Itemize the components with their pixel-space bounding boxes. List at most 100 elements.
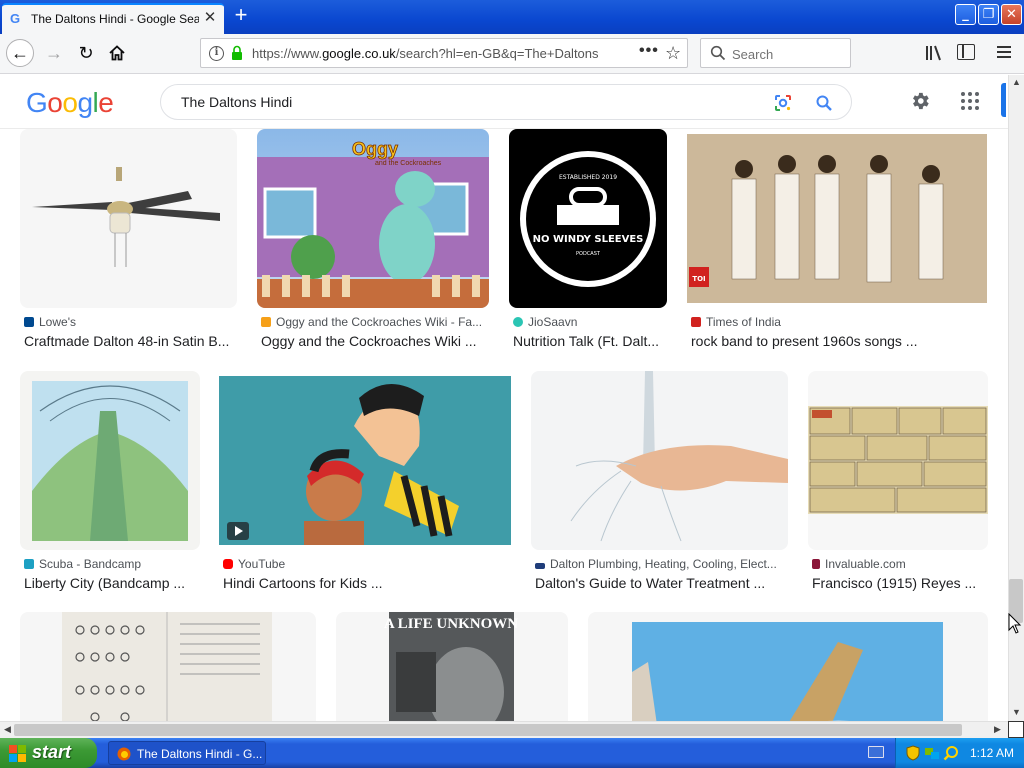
result-source[interactable]: YouTube xyxy=(223,557,285,571)
result-title[interactable]: Oggy and the Cockroaches Wiki ... xyxy=(261,333,487,349)
horizontal-scroll-thumb[interactable] xyxy=(14,724,962,736)
result-source[interactable]: Lowe's xyxy=(24,315,76,329)
ceiling-fan-thumbnail[interactable] xyxy=(20,129,237,308)
result-title[interactable]: Dalton's Guide to Water Treatment ... xyxy=(535,575,787,591)
result-source[interactable]: Times of India xyxy=(691,315,781,329)
result-title[interactable]: Hindi Cartoons for Kids ... xyxy=(223,575,509,591)
image-result-card[interactable]: A LIFE UNKNOWN xyxy=(336,612,568,722)
restore-window-button[interactable]: ❐ xyxy=(978,4,999,25)
windows-flag-icon xyxy=(9,745,26,762)
image-result-card[interactable]: Scuba - Bandcamp Liberty City (Bandcamp … xyxy=(20,371,200,596)
youtube-favicon-icon xyxy=(223,559,233,569)
source-favicon-icon xyxy=(812,559,820,569)
sky-building-thumbnail[interactable] xyxy=(588,612,988,722)
water-hand-thumbnail[interactable] xyxy=(531,371,788,550)
printed-page-thumbnail[interactable] xyxy=(20,612,316,722)
podcast-logo-thumbnail[interactable]: ESTABLISHED 2019 NO WINDY SLEEVES PODCAS… xyxy=(509,129,667,308)
oggy-thumbnail[interactable]: Oggy and the Cockroaches xyxy=(257,129,489,308)
image-result-card[interactable]: TOI Times of India rock band to present … xyxy=(687,129,987,354)
result-source[interactable]: Dalton Plumbing, Heating, Cooling, Elect… xyxy=(535,557,787,571)
result-title[interactable]: Liberty City (Bandcamp ... xyxy=(24,575,200,591)
page-actions-icon[interactable]: ••• xyxy=(639,42,659,60)
browser-search-box[interactable]: Search xyxy=(700,38,851,68)
google-apps-grid-icon[interactable] xyxy=(961,92,979,110)
tab-close-icon[interactable]: ✕ xyxy=(201,9,219,27)
poster-title-text: A LIFE UNKNOWN xyxy=(384,616,518,632)
movie-poster-thumbnail[interactable]: A LIFE UNKNOWN xyxy=(336,612,568,722)
scroll-down-arrow-icon[interactable]: ▼ xyxy=(1009,705,1024,720)
rock-band-photo-thumbnail[interactable]: TOI xyxy=(687,134,987,303)
security-shield-icon[interactable] xyxy=(906,745,920,761)
network-icon[interactable] xyxy=(924,745,940,761)
result-source[interactable]: Oggy and the Cockroaches Wiki - Fa... xyxy=(261,315,487,329)
search-query-text[interactable]: The Daltons Hindi xyxy=(181,94,292,110)
site-info-icon[interactable]: i xyxy=(209,46,224,61)
search-icon xyxy=(710,45,726,61)
taskbar-firefox-window[interactable]: The Daltons Hindi - G... xyxy=(108,741,266,765)
tab-title: The Daltons Hindi - Google Search xyxy=(31,12,199,26)
image-result-card[interactable]: Invaluable.com Francisco (1915) Reyes ..… xyxy=(808,371,988,596)
search-submit-icon[interactable] xyxy=(815,94,833,112)
google-search-box[interactable]: The Daltons Hindi xyxy=(160,84,852,120)
liberty-city-thumbnail[interactable] xyxy=(20,371,200,550)
google-logo-letter: e xyxy=(98,87,114,118)
bookmark-star-icon[interactable]: ☆ xyxy=(665,43,681,64)
new-tab-plus-icon[interactable]: + xyxy=(229,4,253,28)
oggy-logo-subtext: and the Cockroaches xyxy=(375,160,442,167)
back-arrow-icon[interactable]: ← xyxy=(6,39,34,67)
google-logo-letter: o xyxy=(62,87,78,118)
scroll-right-arrow-icon[interactable]: ▶ xyxy=(990,722,1005,737)
browser-titlebar: G The Daltons Hindi - Google Search ✕ + … xyxy=(0,0,1024,34)
google-lens-icon[interactable] xyxy=(773,93,793,113)
result-source[interactable]: Invaluable.com xyxy=(812,557,906,571)
system-clock: 1:12 AM xyxy=(970,746,1015,760)
image-result-card[interactable]: YouTube Hindi Cartoons for Kids ... xyxy=(219,371,511,596)
source-favicon-icon xyxy=(691,317,701,327)
secure-lock-icon xyxy=(232,45,242,60)
result-source[interactable]: JioSaavn xyxy=(513,315,577,329)
home-icon[interactable] xyxy=(103,39,131,67)
keyboard-layout-icon[interactable] xyxy=(868,746,884,758)
cartoon-video-thumbnail[interactable] xyxy=(219,376,511,545)
mouse-cursor-icon xyxy=(1008,613,1022,634)
windows-taskbar: start The Daltons Hindi - G... 1:12 AM xyxy=(0,738,1024,768)
browser-tab[interactable]: G The Daltons Hindi - Google Search ✕ xyxy=(2,3,224,34)
start-button[interactable]: start xyxy=(0,738,97,768)
image-results-grid: Lowe's Craftmade Dalton 48-in Satin B...… xyxy=(0,129,1008,722)
image-result-card[interactable]: Dalton Plumbing, Heating, Cooling, Elect… xyxy=(531,371,789,596)
address-bar[interactable]: i https://www.google.co.uk/search?hl=en-… xyxy=(200,38,688,68)
minimize-window-button[interactable]: _ xyxy=(955,4,976,25)
result-title[interactable]: Nutrition Talk (Ft. Dalt... xyxy=(513,333,669,349)
library-icon[interactable] xyxy=(924,43,944,63)
settings-gear-icon[interactable] xyxy=(909,90,931,112)
image-result-card[interactable] xyxy=(588,612,988,722)
source-favicon-icon xyxy=(261,317,271,327)
close-window-button[interactable]: ✕ xyxy=(1001,4,1022,25)
image-result-card[interactable]: Oggy and the Cockroaches Oggy and the Co… xyxy=(257,129,489,354)
result-title[interactable]: Francisco (1915) Reyes ... xyxy=(812,575,988,591)
account-button[interactable] xyxy=(1001,83,1006,117)
result-source[interactable]: Scuba - Bandcamp xyxy=(24,557,141,571)
podcast-label-text: PODCAST xyxy=(576,251,601,257)
scroll-up-arrow-icon[interactable]: ▲ xyxy=(1009,75,1024,90)
google-logo[interactable]: Google xyxy=(26,87,114,119)
google-header: Google The Daltons Hindi xyxy=(0,75,1008,129)
url-text[interactable]: https://www.google.co.uk/search?hl=en-GB… xyxy=(252,46,602,61)
search-tray-icon[interactable] xyxy=(943,745,959,761)
scrollbar-corner xyxy=(1008,721,1024,738)
hamburger-menu-icon[interactable] xyxy=(997,44,1013,60)
image-result-card[interactable]: ESTABLISHED 2019 NO WINDY SLEEVES PODCAS… xyxy=(509,129,667,354)
sidebar-toggle-icon[interactable] xyxy=(957,44,975,60)
google-favicon-icon: G xyxy=(10,11,21,26)
reload-icon[interactable]: ↻ xyxy=(72,39,100,67)
search-placeholder: Search xyxy=(732,47,774,62)
comic-page-thumbnail[interactable] xyxy=(808,371,988,550)
image-result-card[interactable]: Lowe's Craftmade Dalton 48-in Satin B... xyxy=(20,129,238,354)
podcast-name-text: NO WINDY SLEEVES xyxy=(533,234,644,245)
result-title[interactable]: Craftmade Dalton 48-in Satin B... xyxy=(24,333,236,349)
result-title[interactable]: rock band to present 1960s songs ... xyxy=(691,333,987,349)
forward-arrow-icon[interactable]: → xyxy=(40,39,68,67)
image-result-card[interactable] xyxy=(20,612,316,722)
scroll-left-arrow-icon[interactable]: ◀ xyxy=(0,722,15,737)
source-favicon-icon xyxy=(513,317,523,327)
